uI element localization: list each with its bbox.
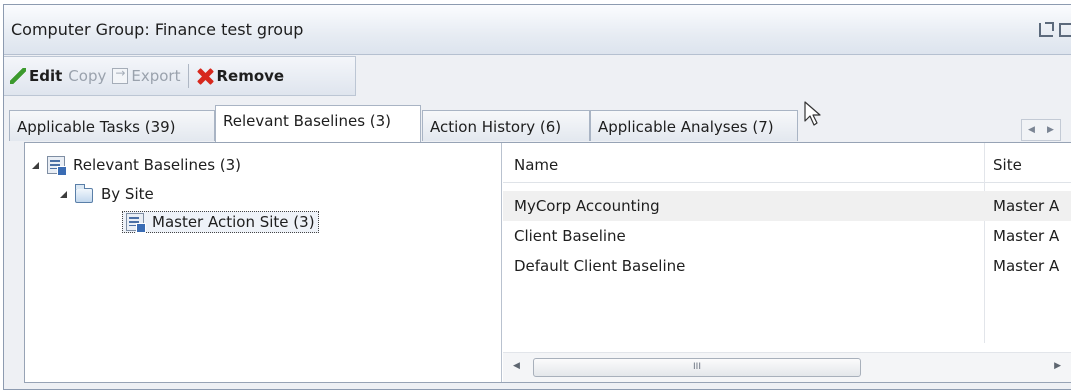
list-row[interactable]: Default Client Baseline Master A [503, 251, 1071, 281]
toolbar: Edit Copy Export Remove [4, 56, 356, 96]
title-controls [1039, 22, 1071, 37]
tab-label: Applicable Analyses (7) [598, 118, 774, 136]
tab-scroll-right-icon[interactable]: ▶ [1041, 120, 1060, 140]
window-title: Computer Group: Finance test group [11, 20, 304, 39]
scroll-grip: III [693, 362, 701, 372]
remove-label: Remove [216, 67, 285, 85]
tab-label: Relevant Baselines (3) [223, 112, 392, 130]
cell-name: MyCorp Accounting [514, 197, 660, 215]
tab-label: Applicable Tasks (39) [17, 118, 176, 136]
baselines-tree: Relevant Baselines (3) By Site Master Ac… [25, 143, 502, 382]
column-header-name[interactable]: Name [514, 156, 558, 174]
cell-name: Default Client Baseline [514, 257, 686, 275]
baseline-icon [47, 156, 67, 176]
cell-site: Master A [993, 227, 1060, 245]
export-icon [112, 66, 129, 84]
tab-applicable-analyses[interactable]: Applicable Analyses (7) [590, 110, 798, 141]
export-label: Export [131, 67, 181, 85]
tree-node-label: By Site [101, 185, 154, 203]
folder-icon [75, 183, 93, 203]
cell-site: Master A [993, 197, 1060, 215]
tree-node-selection: Master Action Site (3) [122, 211, 319, 233]
content-panel: Relevant Baselines (3) By Site Master Ac… [24, 142, 1071, 383]
tab-applicable-tasks[interactable]: Applicable Tasks (39) [9, 110, 215, 141]
baseline-icon [126, 213, 146, 233]
expand-arrow-icon[interactable] [32, 161, 39, 169]
title-bar: Computer Group: Finance test group [4, 5, 1071, 55]
maximize-icon[interactable] [1059, 23, 1071, 37]
list-row[interactable]: Client Baseline Master A [503, 221, 1071, 251]
tree-node-by-site[interactable]: By Site [60, 183, 154, 205]
toolbar-separator [188, 64, 190, 88]
tab-label: Action History (6) [430, 118, 562, 136]
tab-action-history[interactable]: Action History (6) [422, 110, 590, 141]
tree-node-root[interactable]: Relevant Baselines (3) [32, 154, 241, 176]
tree-node-label: Master Action Site (3) [152, 213, 315, 231]
column-header-site[interactable]: Site [993, 156, 1022, 174]
export-button[interactable]: Export [112, 62, 180, 90]
remove-icon [197, 68, 213, 84]
cell-name: Client Baseline [514, 227, 626, 245]
copy-button[interactable]: Copy [68, 62, 106, 90]
remove-button[interactable]: Remove [197, 62, 284, 90]
tree-node-label: Relevant Baselines (3) [73, 156, 242, 174]
tab-scroll-buttons: ◀ ▶ [1021, 119, 1061, 141]
list-row[interactable]: MyCorp Accounting Master A [503, 191, 1071, 221]
pencil-icon [10, 68, 26, 84]
list-header: Name Site [503, 143, 1071, 183]
edit-label: Edit [29, 67, 63, 85]
baselines-list: Name Site MyCorp Accounting Master A Cli… [503, 143, 1071, 382]
edit-button[interactable]: Edit [10, 62, 62, 90]
scroll-left-icon[interactable]: ◀ [513, 361, 520, 371]
horizontal-scrollbar[interactable]: ◀ III ▶ [503, 352, 1071, 382]
scroll-right-icon[interactable]: ▶ [1054, 361, 1061, 371]
undock-icon[interactable] [1039, 22, 1054, 37]
scrollbar-thumb[interactable]: III [533, 358, 861, 377]
mouse-cursor-icon [804, 101, 821, 126]
cell-site: Master A [993, 257, 1060, 275]
expand-arrow-icon[interactable] [60, 190, 67, 198]
tab-scroll-left-icon[interactable]: ◀ [1022, 120, 1041, 140]
copy-label: Copy [68, 67, 107, 85]
tree-node-master-action-site[interactable]: Master Action Site (3) [122, 211, 319, 233]
tab-relevant-baselines[interactable]: Relevant Baselines (3) [215, 105, 421, 142]
computer-group-window: Computer Group: Finance test group Edit … [3, 4, 1071, 390]
tab-strip: Applicable Tasks (39) Relevant Baselines… [4, 97, 1071, 142]
